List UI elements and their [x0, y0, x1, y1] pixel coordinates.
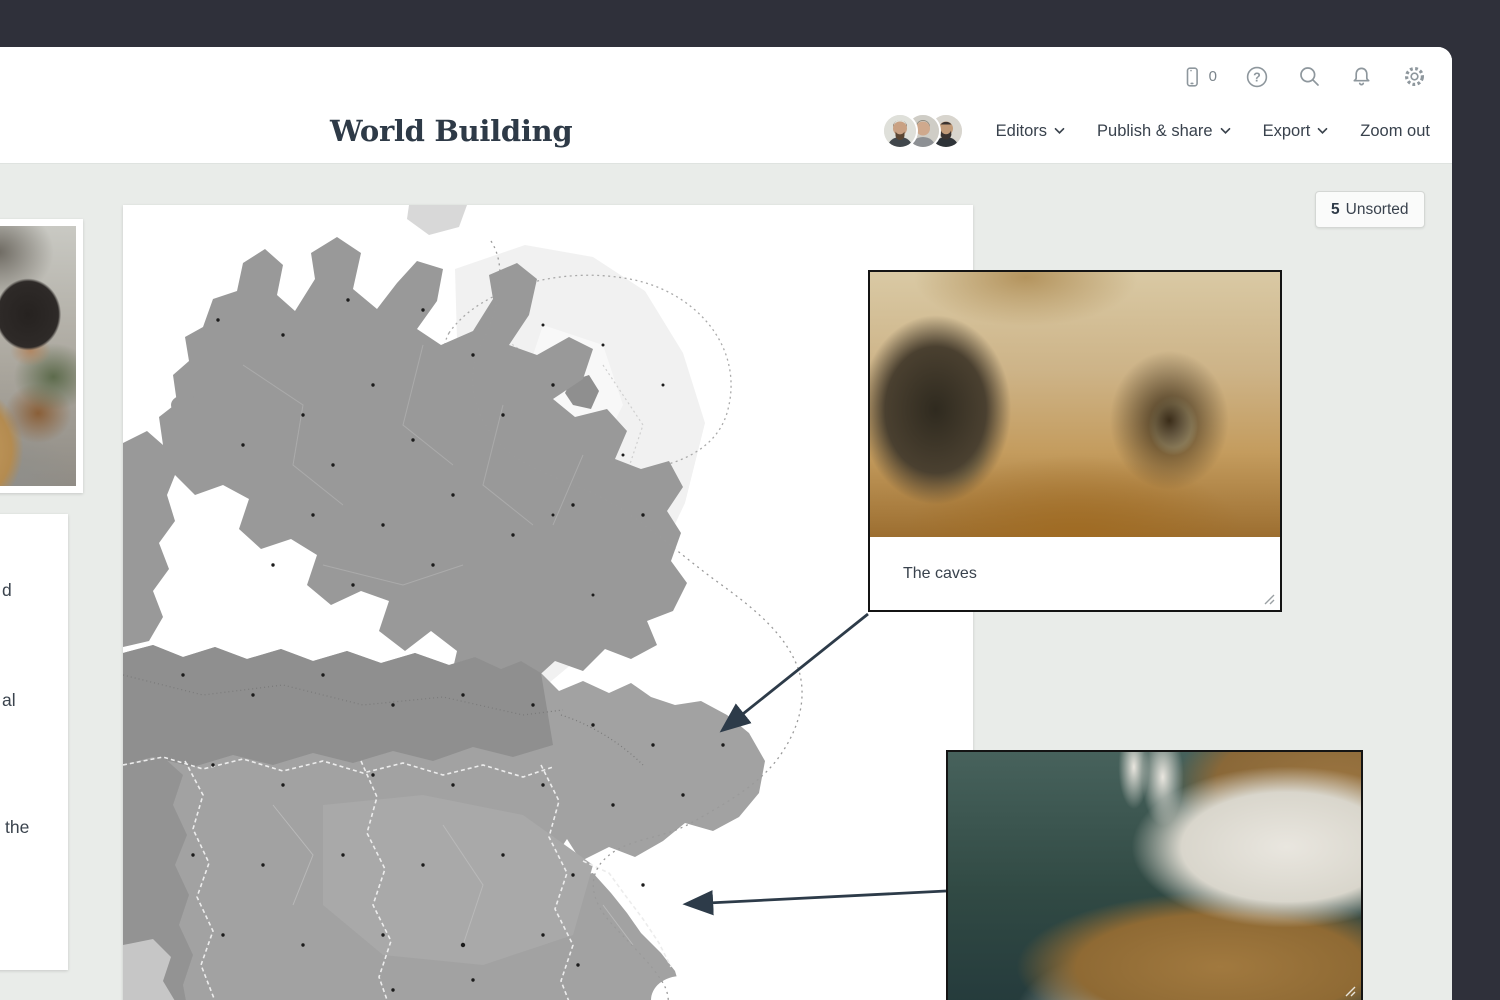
board-header: 0 ?: [0, 47, 1452, 163]
unsorted-label: Unsorted: [1346, 201, 1409, 219]
chevron-down-icon: [1220, 127, 1231, 135]
bearded-man-avatar: [882, 113, 918, 149]
header-main-row: World Building: [0, 104, 1452, 158]
unsorted-count: 5: [1331, 201, 1340, 219]
publish-share-label: Publish & share: [1097, 122, 1213, 141]
mobile-button[interactable]: 0: [1180, 65, 1217, 89]
svg-text:?: ?: [1253, 70, 1261, 84]
status-icon-row: 0 ?: [1180, 63, 1428, 90]
zoom-out-label: Zoom out: [1360, 122, 1430, 141]
gear-icon: [1401, 63, 1428, 90]
editors-menu[interactable]: Editors: [996, 122, 1065, 141]
resize-handle-icon[interactable]: [1342, 983, 1356, 997]
grayscale-region-map: [123, 205, 973, 1000]
caves-caption: The caves: [870, 537, 1280, 610]
text-fragment: d: [2, 580, 12, 601]
search-icon: [1297, 64, 1322, 89]
people-photo-card[interactable]: [0, 219, 83, 493]
mobile-count: 0: [1209, 68, 1217, 85]
map-card[interactable]: [123, 205, 973, 1000]
help-icon: ?: [1244, 64, 1270, 90]
mobile-icon: [1180, 65, 1204, 89]
people-at-market-photo: [0, 226, 76, 486]
board-canvas: d al the The caves: [0, 163, 1452, 1000]
white-cliffs-and-sea-aerial-photo: [948, 752, 1361, 1000]
export-menu-label: Export: [1263, 122, 1311, 141]
text-note-card[interactable]: d al the: [0, 514, 68, 970]
search-button[interactable]: [1297, 64, 1322, 89]
export-menu[interactable]: Export: [1263, 122, 1329, 141]
editors-menu-label: Editors: [996, 122, 1047, 141]
chevron-down-icon: [1054, 127, 1065, 135]
caves-image-card[interactable]: The caves: [868, 270, 1282, 612]
editor-avatars[interactable]: [882, 113, 964, 149]
app-window: 0 ?: [0, 47, 1452, 1000]
text-fragment: al: [2, 690, 16, 711]
settings-button[interactable]: [1401, 63, 1428, 90]
chevron-down-icon: [1317, 127, 1328, 135]
unsorted-badge[interactable]: 5 Unsorted: [1315, 191, 1425, 228]
board-title[interactable]: World Building: [330, 114, 572, 148]
cave-tunnels-photo: [870, 272, 1280, 537]
publish-share-menu[interactable]: Publish & share: [1097, 122, 1231, 141]
resize-handle-icon[interactable]: [1261, 591, 1275, 605]
zoom-out-button[interactable]: Zoom out: [1360, 122, 1430, 141]
help-button[interactable]: ?: [1244, 64, 1270, 90]
text-fragment: the: [5, 817, 29, 838]
cliffs-image-card[interactable]: [946, 750, 1363, 1000]
notifications-button[interactable]: [1349, 64, 1374, 89]
bell-icon: [1349, 64, 1374, 89]
